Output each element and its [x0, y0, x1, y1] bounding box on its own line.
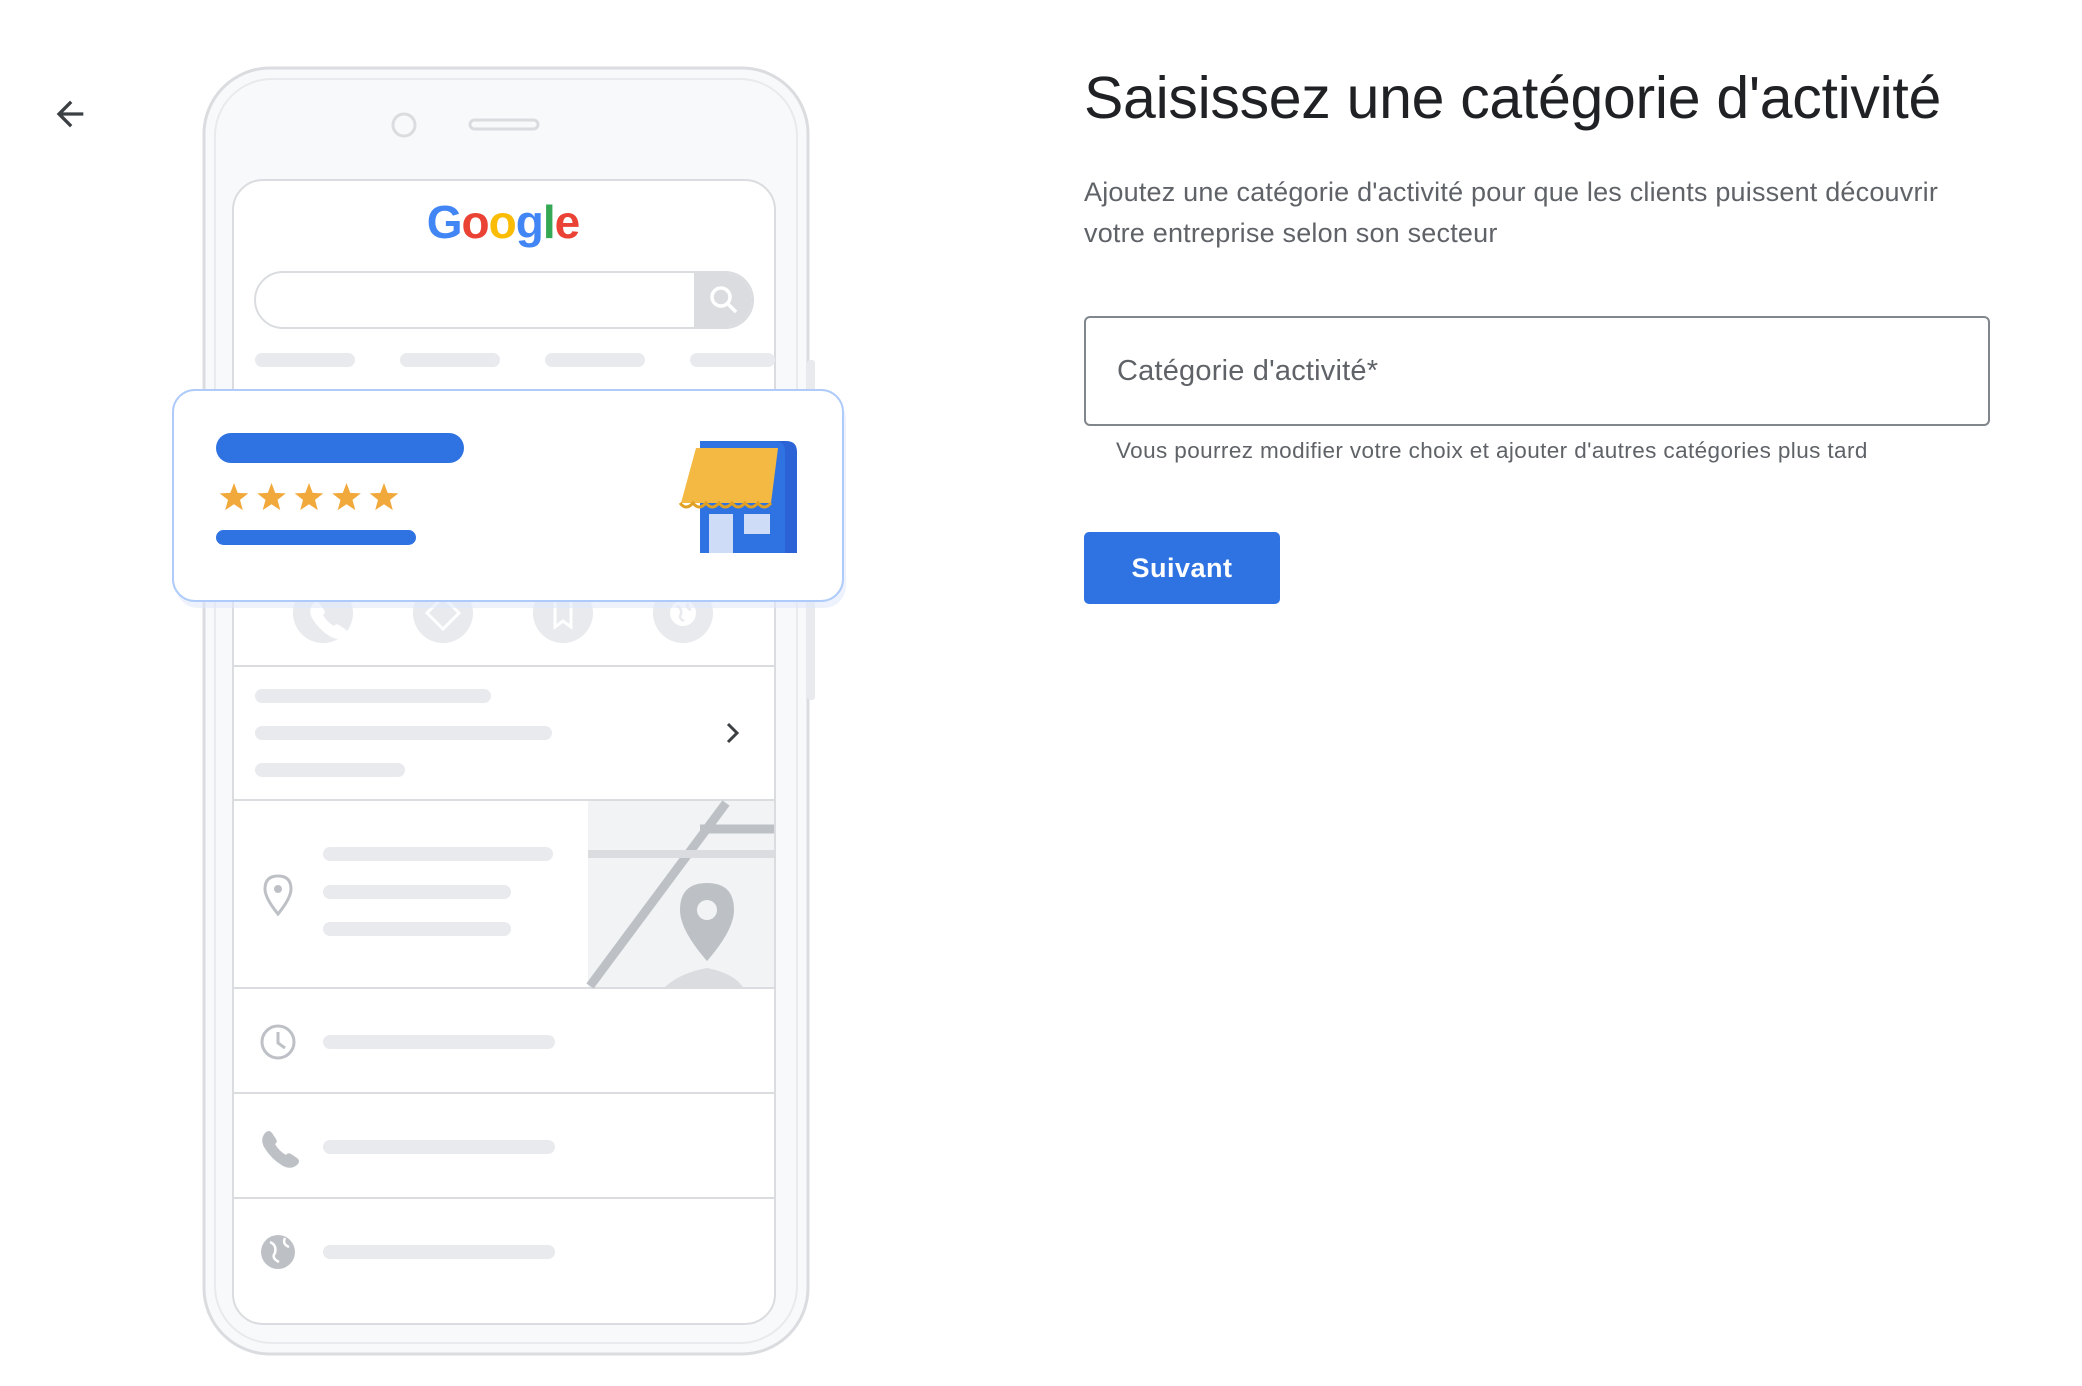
next-button[interactable]: Suivant [1084, 532, 1280, 604]
page-title: Saisissez une catégorie d'activité [1084, 65, 1942, 131]
page-description: Ajoutez une catégorie d'activité pour qu… [1084, 177, 1939, 248]
phone-illustration: Google [172, 66, 846, 1356]
google-logo: Google [427, 196, 580, 248]
business-category-input[interactable]: Catégorie d'activité* [1084, 316, 1990, 426]
business-category-label: Catégorie d'activité* [1117, 355, 1379, 387]
business-detail-bar [216, 530, 416, 545]
business-card [172, 389, 846, 608]
website-placeholder [323, 1245, 555, 1259]
illustration-search-bar [254, 271, 754, 329]
business-name-bar [216, 433, 464, 463]
mini-map [586, 800, 774, 989]
hours-placeholder [323, 1035, 555, 1049]
globe-icon [261, 1235, 295, 1269]
business-category-helper-text: Vous pourrez modifier votre choix et ajo… [1116, 438, 1868, 463]
phone-number-placeholder [323, 1140, 555, 1154]
